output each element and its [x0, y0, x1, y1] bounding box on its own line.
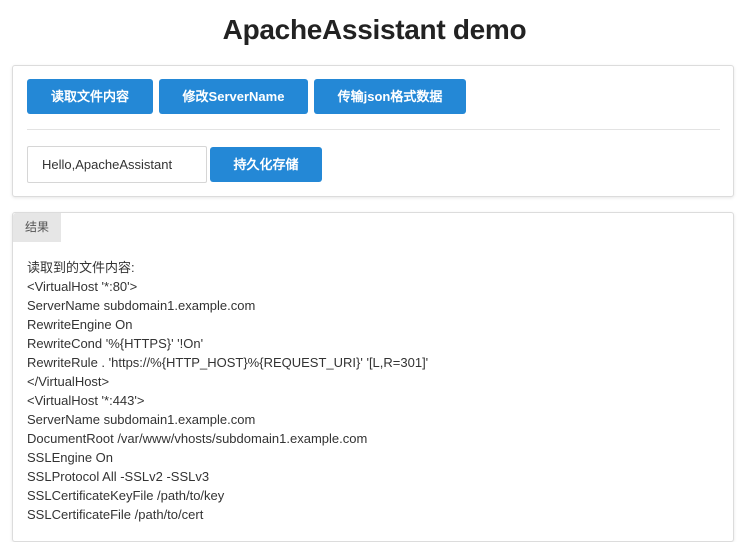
result-line: RewriteRule . 'https://%{HTTP_HOST}%{REQ…: [27, 355, 429, 370]
result-line: </VirtualHost>: [27, 374, 110, 389]
result-line: RewriteCond '%{HTTPS}' '!On': [27, 336, 204, 351]
result-line: SSLEngine On: [27, 450, 114, 465]
result-line: SSLProtocol All -SSLv2 -SSLv3: [27, 469, 210, 484]
result-tab[interactable]: 结果: [13, 213, 61, 242]
controls-panel: 读取文件内容 修改ServerName 传输json格式数据 持久化存储: [12, 65, 734, 197]
result-line: RewriteEngine On: [27, 317, 133, 332]
send-json-button[interactable]: 传输json格式数据: [314, 79, 466, 114]
result-panel: 结果 读取到的文件内容: <VirtualHost '*:80'> Server…: [12, 212, 734, 542]
edit-servername-button[interactable]: 修改ServerName: [159, 79, 308, 114]
divider: [27, 129, 720, 130]
result-line: <VirtualHost '*:80'>: [27, 279, 138, 294]
result-line: ServerName subdomain1.example.com: [27, 412, 256, 427]
result-line: DocumentRoot /var/www/vhosts/subdomain1.…: [27, 431, 368, 446]
read-file-button[interactable]: 读取文件内容: [27, 79, 153, 114]
persist-save-button[interactable]: 持久化存储: [210, 147, 322, 182]
page-title: ApacheAssistant demo: [222, 14, 527, 45]
result-line: <VirtualHost '*:443'>: [27, 393, 145, 408]
result-line: SSLCertificateKeyFile /path/to/key: [27, 488, 225, 503]
result-line: ServerName subdomain1.example.com: [27, 298, 256, 313]
result-output: 读取到的文件内容: <VirtualHost '*:80'> ServerNam…: [27, 258, 717, 524]
result-line: 读取到的文件内容:: [27, 260, 135, 275]
result-line: SSLCertificateFile /path/to/cert: [27, 507, 204, 522]
text-input[interactable]: [27, 146, 207, 183]
